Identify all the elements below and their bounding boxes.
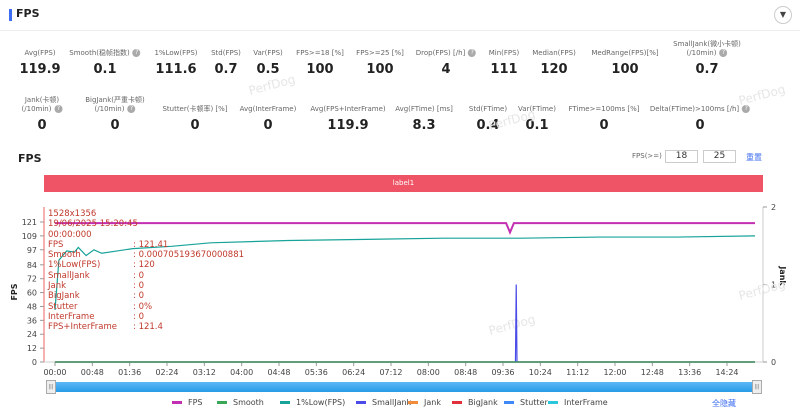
tooltip-row: Smooth : 0.000705193670000881 (48, 250, 244, 260)
tooltip-row: FPS : 121.41 (48, 240, 244, 250)
y-tick-label: 72 (27, 275, 37, 284)
tooltip-value: : 121.4 (133, 322, 163, 333)
legend-swatch (280, 401, 290, 404)
legend-swatch (356, 401, 366, 404)
legend-item[interactable]: Jank (408, 398, 441, 407)
legend-label: Smooth (233, 398, 264, 407)
x-tick-label: 14:24 (715, 368, 738, 377)
tooltip-key: Stutter (48, 301, 78, 312)
watermark: PerfDog (487, 312, 537, 338)
legend-swatch (408, 401, 418, 404)
tooltip-key: BigJank (48, 291, 80, 302)
y-tick-label: 12 (27, 344, 37, 353)
tooltip-row: Jank : 0 (48, 281, 244, 291)
legend-swatch (452, 401, 462, 404)
tooltip-row: FPS+InterFrame : 121.4 (48, 322, 244, 332)
tooltip-row: BigJank : 0 (48, 291, 244, 301)
x-tick-label: 08:00 (417, 368, 440, 377)
legend-swatch (172, 401, 182, 404)
tooltip-resolution: 1528x1356 (48, 209, 97, 219)
tooltip-row: 1%Low(FPS) : 120 (48, 260, 244, 270)
tooltip-datetime: 19/06/2025 15:20:45 (48, 219, 138, 230)
hide-all-button[interactable]: 全隐藏 (712, 398, 736, 409)
tooltip-row: InterFrame : 0 (48, 312, 244, 322)
x-tick-label: 07:12 (379, 368, 402, 377)
legend-swatch (504, 401, 514, 404)
legend-item[interactable]: SmallJank (356, 398, 411, 407)
tooltip-value: : 0.000705193670000881 (133, 250, 245, 261)
x-tick-label: 06:24 (342, 368, 365, 377)
tooltip-key: Jank (48, 281, 67, 292)
watermark: PerfDog (737, 277, 787, 303)
legend-swatch (548, 401, 558, 404)
tooltip-key: SmallJank (48, 270, 90, 281)
x-tick-label: 09:36 (491, 368, 514, 377)
watermark: PerfDog (737, 82, 787, 108)
slider-handle-right[interactable]: ||| (752, 380, 762, 394)
tooltip-value: : 0% (133, 301, 153, 312)
y2-tick-label: 0 (771, 358, 776, 367)
y-tick-label: 0 (32, 358, 37, 367)
legend-label: FPS (188, 398, 203, 407)
tooltip-row: SmallJank : 0 (48, 271, 244, 281)
legend-label: SmallJank (372, 398, 412, 407)
y-tick-label: 121 (22, 218, 37, 227)
tooltip-key: FPS+InterFrame (48, 322, 117, 333)
x-tick-label: 13:36 (678, 368, 701, 377)
tooltip-key: Smooth (48, 250, 81, 261)
legend-label: BigJank (468, 398, 498, 407)
tooltip-row: Stutter : 0% (48, 302, 244, 312)
legend-label: Stutter (520, 398, 548, 407)
fps-chart[interactable]: 0122436486072849710912101200:00 00:48 01:3… (0, 0, 800, 408)
y-tick-label: 84 (27, 261, 37, 270)
y-tick-label: 36 (27, 316, 37, 325)
x-tick-label: 08:48 (454, 368, 477, 377)
y-axis-title: FPS (10, 283, 19, 300)
legend-item[interactable]: InterFrame (548, 398, 608, 407)
x-tick-label: 00:00 (43, 368, 66, 377)
watermark: PerfDog (487, 107, 537, 133)
time-range-slider[interactable] (46, 382, 762, 392)
tooltip-key: InterFrame (48, 311, 95, 322)
x-tick-label: 11:12 (566, 368, 589, 377)
legend-item[interactable]: Stutter (504, 398, 548, 407)
y2-tick-label: 2 (771, 203, 776, 212)
y-tick-label: 109 (22, 232, 37, 241)
tooltip-key: 1%Low(FPS) (48, 260, 101, 271)
x-tick-label: 10:24 (529, 368, 552, 377)
legend-item[interactable]: BigJank (452, 398, 498, 407)
watermark: PerfDog (247, 72, 297, 98)
y-tick-label: 48 (27, 302, 37, 311)
tooltip-key: FPS (48, 239, 64, 250)
legend-item[interactable]: 1%Low(FPS) (280, 398, 345, 407)
y-tick-label: 97 (27, 246, 37, 255)
tooltip-value: : 0 (133, 281, 144, 292)
tooltip-time: 00:00:000 (48, 229, 92, 240)
x-tick-label: 01:36 (118, 368, 141, 377)
tooltip: 1528x1356 19/06/2025 15:20:45 00:00:000 … (48, 209, 244, 333)
tooltip-value: : 0 (133, 270, 144, 281)
tooltip-value: : 121.41 (133, 239, 169, 250)
x-tick-label: 04:00 (230, 368, 253, 377)
legend-swatch (217, 401, 227, 404)
tooltip-value: : 120 (133, 260, 155, 271)
legend-label: Jank (424, 398, 441, 407)
x-tick-label: 02:24 (155, 368, 178, 377)
tooltip-value: : 0 (133, 291, 144, 302)
tooltip-value: : 0 (133, 311, 144, 322)
legend-label: InterFrame (564, 398, 608, 407)
x-tick-label: 12:48 (641, 368, 664, 377)
y-tick-label: 24 (27, 330, 37, 339)
x-tick-label: 05:36 (305, 368, 328, 377)
legend-item[interactable]: Smooth (217, 398, 264, 407)
x-tick-label: 03:12 (193, 368, 216, 377)
slider-handle-left[interactable]: ||| (46, 380, 56, 394)
legend-label: 1%Low(FPS) (296, 398, 346, 407)
x-tick-label: 00:48 (81, 368, 104, 377)
x-tick-label: 04:48 (267, 368, 290, 377)
x-tick-label: 12:00 (603, 368, 626, 377)
legend-item[interactable]: FPS (172, 398, 203, 407)
y-tick-label: 60 (27, 289, 37, 298)
